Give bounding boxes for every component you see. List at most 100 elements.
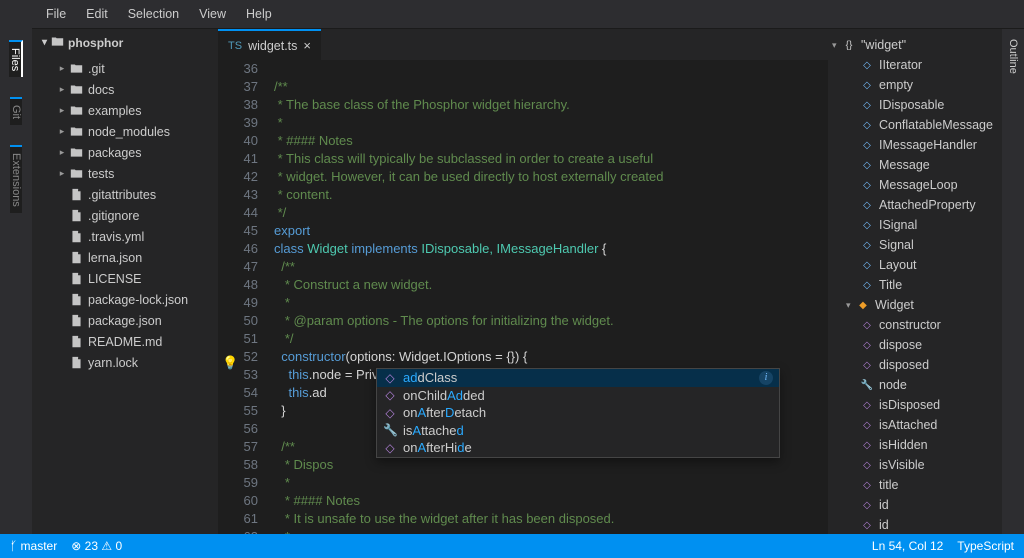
menu-help[interactable]: Help (236, 7, 282, 21)
problems-indicator[interactable]: ⊗ 23 ⚠ 0 (71, 539, 122, 553)
outline-MessageLoop[interactable]: ◇MessageLoop (828, 175, 1002, 195)
outline-label: ISignal (879, 218, 917, 232)
item-label: .gitattributes (88, 188, 156, 202)
outline-Message[interactable]: ◇Message (828, 155, 1002, 175)
outline-label: Title (879, 278, 902, 292)
item-label: docs (88, 83, 114, 97)
outline-IDisposable[interactable]: ◇IDisposable (828, 95, 1002, 115)
method-icon: ◇ (860, 358, 874, 372)
language-mode[interactable]: TypeScript (957, 539, 1014, 553)
cursor-position[interactable]: Ln 54, Col 12 (872, 539, 943, 553)
outline-tab[interactable]: Outline (1002, 29, 1024, 534)
folder--git[interactable]: ▸.git (32, 58, 218, 79)
folder-packages[interactable]: ▸packages (32, 142, 218, 163)
item-label: .travis.yml (88, 230, 144, 244)
suggestion-item[interactable]: 🔧isAttached (377, 422, 779, 440)
explorer-root-name: phosphor (68, 36, 123, 50)
folder-node_modules[interactable]: ▸node_modules (32, 121, 218, 142)
chevron-icon: ▸ (56, 105, 68, 116)
method-icon: ◇ (860, 398, 874, 412)
suggestion-label: onAfterDetach (403, 405, 486, 420)
outline-isVisible[interactable]: ◇isVisible (828, 455, 1002, 475)
info-icon[interactable]: i (759, 371, 773, 385)
code-content[interactable]: /** * The base class of the Phosphor wid… (274, 60, 828, 534)
file-icon (68, 335, 84, 348)
activity-files[interactable]: Files (9, 40, 23, 77)
file-lerna-json[interactable]: lerna.json (32, 247, 218, 268)
menu-view[interactable]: View (189, 7, 236, 21)
outline-id[interactable]: ◇id (828, 515, 1002, 534)
outline-AttachedProperty[interactable]: ◇AttachedProperty (828, 195, 1002, 215)
outline-isDisposed[interactable]: ◇isDisposed (828, 395, 1002, 415)
outline-label: empty (879, 78, 913, 92)
interface-icon: ◇ (860, 58, 874, 72)
item-label: lerna.json (88, 251, 142, 265)
outline-node[interactable]: 🔧node (828, 375, 1002, 395)
explorer-root[interactable]: ▾ phosphor (32, 28, 218, 56)
folder-examples[interactable]: ▸examples (32, 100, 218, 121)
outline-Signal[interactable]: ◇Signal (828, 235, 1002, 255)
suggestion-item[interactable]: ◇addClassi (377, 369, 779, 387)
outline-IMessageHandler[interactable]: ◇IMessageHandler (828, 135, 1002, 155)
outline-label: isAttached (879, 418, 937, 432)
file-LICENSE[interactable]: LICENSE (32, 268, 218, 289)
chevron-icon: ▸ (56, 63, 68, 74)
activity-git[interactable]: Git (10, 97, 22, 125)
method-icon: ◇ (860, 518, 874, 532)
suggestion-label: onAfterHide (403, 440, 472, 455)
lightbulb-icon[interactable]: 💡 (222, 355, 238, 371)
outline-IIterator[interactable]: ◇ IIterator (828, 55, 1002, 75)
file-icon (68, 272, 84, 285)
outline-isAttached[interactable]: ◇isAttached (828, 415, 1002, 435)
outline-label: AttachedProperty (879, 198, 976, 212)
method-icon: ◇ (383, 388, 397, 402)
outline-Layout[interactable]: ◇Layout (828, 255, 1002, 275)
activity-extensions[interactable]: Extensions (10, 145, 22, 213)
suggestion-item[interactable]: ◇ onChildAdded (377, 387, 779, 405)
interface-icon: ◇ (860, 218, 874, 232)
outline-ConflatableMessage[interactable]: ◇ConflatableMessage (828, 115, 1002, 135)
outline-root-label: "widget" (861, 38, 906, 52)
outline-isHidden[interactable]: ◇isHidden (828, 435, 1002, 455)
folder-icon (68, 83, 84, 96)
outline-label: MessageLoop (879, 178, 958, 192)
file-yarn-lock[interactable]: yarn.lock (32, 352, 218, 373)
outline-root[interactable]: ▾ {} "widget" (828, 35, 1002, 55)
menu-edit[interactable]: Edit (76, 7, 118, 21)
file-icon (68, 230, 84, 243)
outline-label: IIterator (879, 58, 922, 72)
suggestion-item[interactable]: ◇onAfterHide (377, 439, 779, 457)
method-icon: ◇ (860, 498, 874, 512)
suggestion-label: onChildAdded (403, 388, 485, 403)
file-package-json[interactable]: package.json (32, 310, 218, 331)
outline-label: title (879, 478, 898, 492)
close-icon[interactable]: × (303, 38, 311, 53)
menu-file[interactable]: File (36, 7, 76, 21)
outline-ISignal[interactable]: ◇ ISignal (828, 215, 1002, 235)
wrench-icon: 🔧 (383, 423, 397, 437)
interface-icon: ◇ (860, 138, 874, 152)
outline-Title[interactable]: ◇Title (828, 275, 1002, 295)
outline-title[interactable]: ◇title (828, 475, 1002, 495)
method-icon: ◇ (383, 371, 397, 385)
tab-widget-ts[interactable]: TS widget.ts × (218, 29, 321, 60)
menu-selection[interactable]: Selection (118, 7, 189, 21)
git-branch[interactable]: ᚶ master (10, 539, 57, 553)
suggestion-item[interactable]: ◇onAfterDetach (377, 404, 779, 422)
outline-Widget[interactable]: ▾◆Widget (828, 295, 1002, 315)
outline-disposed[interactable]: ◇disposed (828, 355, 1002, 375)
file-icon (68, 314, 84, 327)
file--gitattributes[interactable]: .gitattributes (32, 184, 218, 205)
folder-tests[interactable]: ▸tests (32, 163, 218, 184)
folder-docs[interactable]: ▸docs (32, 79, 218, 100)
item-label: yarn.lock (88, 356, 138, 370)
file--travis-yml[interactable]: .travis.yml (32, 226, 218, 247)
interface-icon: ◇ (860, 258, 874, 272)
outline-dispose[interactable]: ◇dispose (828, 335, 1002, 355)
file-README-md[interactable]: README.md (32, 331, 218, 352)
file--gitignore[interactable]: .gitignore (32, 205, 218, 226)
outline-constructor[interactable]: ◇constructor (828, 315, 1002, 335)
outline-id[interactable]: ◇id (828, 495, 1002, 515)
file-package-lock-json[interactable]: package-lock.json (32, 289, 218, 310)
outline-empty[interactable]: ◇empty (828, 75, 1002, 95)
